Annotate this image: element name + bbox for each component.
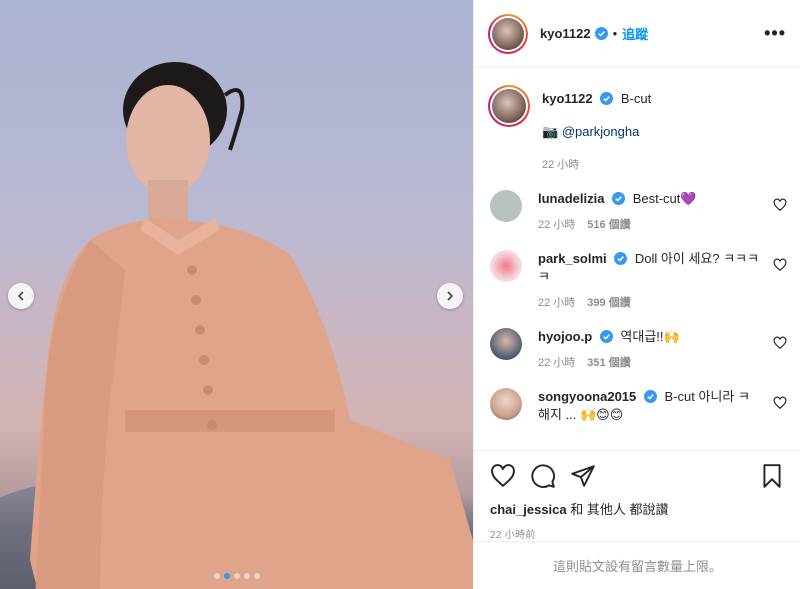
like-heart-icon[interactable] xyxy=(490,463,516,489)
chevron-left-icon xyxy=(17,291,24,301)
likes-summary[interactable]: chai_jessica 和 其他人 都說讚 xyxy=(490,499,785,518)
carousel-dot xyxy=(233,573,240,579)
carousel-dot xyxy=(243,573,250,579)
comment-item: songyoona2015 B-cut 아니라 ㅋ 해지 ... 🙌😊😊 xyxy=(488,388,787,424)
comment-bubble-icon[interactable] xyxy=(530,463,556,489)
comment-timestamp[interactable]: 22 小時 xyxy=(538,297,575,309)
chevron-right-icon xyxy=(447,291,454,301)
commenter-avatar[interactable] xyxy=(490,250,522,282)
carousel-prev-button[interactable] xyxy=(8,283,34,309)
author-username[interactable]: kyo1122 xyxy=(540,26,591,41)
model-figure xyxy=(30,62,473,589)
verified-badge-icon xyxy=(614,252,628,265)
like-comment-heart-icon[interactable] xyxy=(773,198,787,212)
carousel-indicator xyxy=(0,573,473,579)
like-comment-heart-icon[interactable] xyxy=(773,336,787,350)
comment-item: lunadelizia Best-cut💜 22 小時 516 個讚 xyxy=(488,190,787,234)
commenter-avatar[interactable] xyxy=(490,388,522,420)
caption-author-avatar[interactable] xyxy=(488,85,530,127)
comment-likes[interactable]: 399 個讚 xyxy=(587,297,630,309)
comment-timestamp[interactable]: 22 小時 xyxy=(538,357,575,369)
liked-by-suffix: 和 其他人 都說讚 xyxy=(566,502,669,517)
post-caption: kyo1122 B-cut 📷 @parkjongha 22 小時 xyxy=(488,85,787,172)
carousel-dot-active xyxy=(223,573,230,579)
carousel-dot xyxy=(253,573,260,579)
post-panel: kyo1122 • 追蹤 ••• kyo1122 B-cut 📷 @parkjo… xyxy=(473,0,800,589)
header-separator: • xyxy=(612,26,618,41)
carousel-dot xyxy=(213,573,220,579)
share-paper-plane-icon[interactable] xyxy=(570,463,596,489)
post-actions: chai_jessica 和 其他人 都說讚 22 小時前 xyxy=(474,450,800,541)
author-avatar[interactable] xyxy=(488,13,528,54)
more-options-button[interactable]: ••• xyxy=(764,23,786,44)
comment-item: hyojoo.p 역대급!!🙌 22 小時 351 個讚 xyxy=(488,328,787,372)
comment-timestamp[interactable]: 22 小時 xyxy=(538,219,575,231)
liked-by-username[interactable]: chai_jessica xyxy=(490,502,567,517)
comment-likes[interactable]: 516 個讚 xyxy=(587,219,630,231)
commenter-avatar[interactable] xyxy=(490,328,522,360)
commenter-username[interactable]: park_solmi xyxy=(538,251,607,266)
post-time-ago[interactable]: 22 小時前 xyxy=(490,526,785,541)
post-photo[interactable] xyxy=(0,0,473,589)
save-bookmark-icon[interactable] xyxy=(759,463,785,489)
comment-likes[interactable]: 351 個讚 xyxy=(587,357,630,369)
commenter-username[interactable]: lunadelizia xyxy=(538,191,604,206)
caption-mention-link[interactable]: @parkjongha xyxy=(562,124,640,139)
post-header: kyo1122 • 追蹤 ••• xyxy=(474,0,800,68)
carousel-next-button[interactable] xyxy=(437,283,463,309)
like-comment-heart-icon[interactable] xyxy=(773,396,787,410)
verified-badge-icon xyxy=(643,390,657,403)
verified-badge-icon xyxy=(612,192,626,205)
caption-username[interactable]: kyo1122 xyxy=(542,91,593,106)
follow-button[interactable]: 追蹤 xyxy=(622,24,648,43)
comments-list[interactable]: kyo1122 B-cut 📷 @parkjongha 22 小時 lunade… xyxy=(474,69,800,450)
commenter-avatar[interactable] xyxy=(490,190,522,222)
verified-badge-icon xyxy=(600,92,614,105)
caption-timestamp[interactable]: 22 小時 xyxy=(542,156,787,172)
like-comment-heart-icon[interactable] xyxy=(773,258,787,272)
comment-text: 역대급!!🙌 xyxy=(620,329,680,344)
comment-text: Best-cut💜 xyxy=(632,191,697,206)
commenter-username[interactable]: songyoona2015 xyxy=(538,389,636,404)
verified-badge-icon xyxy=(599,330,613,343)
comment-item: park_solmi Doll 아이 세요? ㅋㅋㅋㅋ 22 小時 399 個讚 xyxy=(488,250,787,312)
camera-icon: 📷 xyxy=(542,124,559,139)
caption-text: B-cut xyxy=(620,91,652,106)
verified-badge-icon xyxy=(594,27,608,40)
comment-limit-notice: 這則貼文設有留言數量上限。 xyxy=(474,541,800,589)
commenter-username[interactable]: hyojoo.p xyxy=(538,329,592,344)
